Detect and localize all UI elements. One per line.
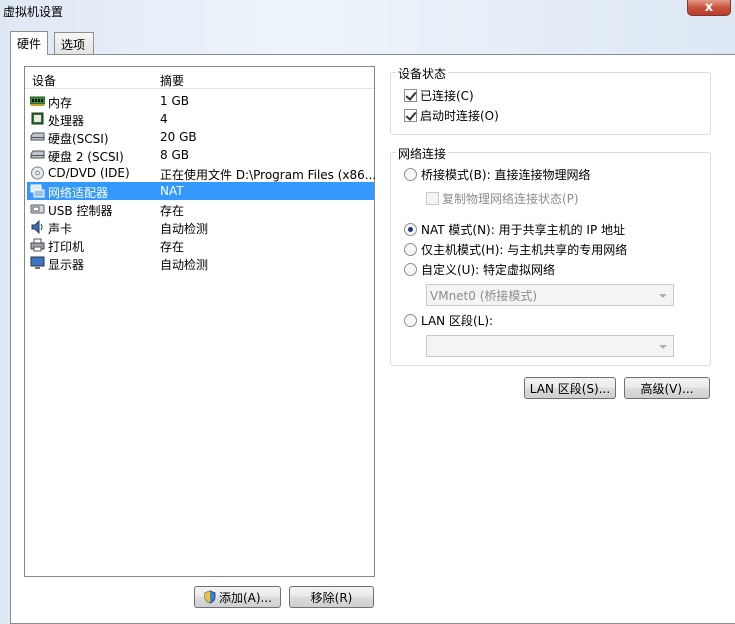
device-row-printer[interactable]: 打印机 存在 — [27, 236, 374, 254]
sound-icon — [31, 220, 43, 234]
device-row-processor[interactable]: 处理器 4 — [27, 110, 374, 128]
device-row-sound[interactable]: 声卡 自动检测 — [27, 218, 374, 236]
device-name: 网络适配器 — [48, 186, 109, 200]
device-summary: 1 GB — [160, 94, 189, 108]
device-name: 内存 — [48, 96, 73, 110]
advanced-button[interactable]: 高级(V)... — [624, 377, 710, 399]
bridged-label: 桥接模式(B): 直接连接物理网络 — [421, 167, 591, 182]
tab-options-label: 选项 — [61, 38, 86, 52]
add-button-label: 添加(A)... — [218, 590, 273, 605]
bridged-radio[interactable]: 桥接模式(B): 直接连接物理网络 — [404, 166, 590, 182]
device-name: 打印机 — [48, 240, 85, 254]
column-header-summary[interactable]: 摘要 — [160, 72, 184, 89]
device-name: 声卡 — [48, 222, 73, 236]
cd-dvd-icon — [31, 166, 44, 180]
device-name: 硬盘(SCSI) — [48, 132, 109, 146]
device-summary: 存在 — [160, 240, 185, 254]
display-icon — [30, 256, 45, 269]
connect-at-power-on-checkbox[interactable]: 启动时连接(O) — [404, 107, 499, 123]
device-name: 处理器 — [48, 114, 85, 128]
bridged-radio-icon — [404, 167, 417, 181]
nat-radio-icon — [404, 222, 417, 236]
network-adapter-icon — [30, 184, 45, 198]
device-row-usb[interactable]: USB 控制器 存在 — [27, 200, 374, 218]
title-bar: 虚拟机设置 x — [0, 0, 735, 22]
replicate-state-check-icon — [426, 191, 439, 205]
window-title: 虚拟机设置 — [3, 5, 64, 19]
device-row-display[interactable]: 显示器 自动检测 — [27, 254, 374, 272]
nat-label: NAT 模式(N): 用于共享主机的 IP 地址 — [421, 222, 626, 237]
chevron-down-icon — [659, 294, 667, 298]
connect-at-power-on-check-icon — [404, 108, 417, 122]
advanced-button-label: 高级(V)... — [640, 381, 694, 396]
remove-button-label: 移除(R) — [310, 590, 353, 605]
device-summary: 存在 — [160, 204, 185, 218]
tab-options[interactable]: 选项 — [54, 32, 94, 54]
close-icon: x — [704, 0, 714, 15]
custom-label: 自定义(U): 特定虚拟网络 — [421, 262, 556, 277]
host-only-radio-icon — [404, 242, 417, 256]
device-status-label: 设备状态 — [396, 65, 449, 82]
nat-radio[interactable]: NAT 模式(N): 用于共享主机的 IP 地址 — [404, 221, 625, 237]
device-row-network-adapter[interactable]: 网络适配器 NAT — [27, 182, 374, 200]
device-list-header: 设备 摘要 — [25, 67, 374, 89]
device-summary: 4 — [160, 112, 168, 126]
close-button[interactable]: x — [687, 0, 731, 16]
replicate-physical-state-checkbox[interactable]: 复制物理网络连接状态(P) — [426, 190, 579, 206]
lan-segment-radio[interactable]: LAN 区段(L): — [404, 312, 493, 328]
connected-check-icon — [404, 88, 417, 102]
device-summary: 20 GB — [160, 130, 197, 144]
device-name: CD/DVD (IDE) — [48, 166, 130, 180]
printer-icon — [30, 238, 45, 252]
hard-disk-icon — [30, 132, 45, 141]
device-summary: 8 GB — [160, 148, 189, 162]
device-row-memory[interactable]: 内存 1 GB — [27, 92, 374, 110]
network-connection-label: 网络连接 — [396, 145, 449, 162]
tab-hardware[interactable]: 硬件 — [10, 31, 48, 55]
chevron-down-icon — [659, 345, 667, 349]
shield-icon — [204, 590, 216, 604]
tab-hardware-label: 硬件 — [17, 37, 42, 51]
device-summary: 正在使用文件 D:\Program Files (x86... — [160, 168, 377, 182]
add-device-button[interactable]: 添加(A)... — [194, 586, 281, 608]
host-only-radio[interactable]: 仅主机模式(H): 与主机共享的专用网络 — [404, 241, 627, 257]
device-row-cd-dvd[interactable]: CD/DVD (IDE) 正在使用文件 D:\Program Files (x8… — [27, 164, 377, 182]
custom-network-select[interactable]: VMnet0 (桥接模式) — [426, 284, 674, 306]
lan-segment-select[interactable] — [426, 335, 674, 357]
device-summary: 自动检测 — [160, 258, 209, 272]
replicate-state-label: 复制物理网络连接状态(P) — [442, 191, 579, 206]
custom-radio[interactable]: 自定义(U): 特定虚拟网络 — [404, 261, 555, 277]
column-header-device[interactable]: 设备 — [32, 72, 56, 89]
connected-label: 已连接(C) — [420, 88, 474, 103]
connect-at-power-on-label: 启动时连接(O) — [420, 108, 499, 123]
device-row-hard-disk-2[interactable]: 硬盘 2 (SCSI) 8 GB — [27, 146, 374, 164]
memory-icon — [30, 96, 45, 106]
device-name: 硬盘 2 (SCSI) — [48, 150, 124, 164]
lan-segments-button[interactable]: LAN 区段(S)... — [524, 377, 616, 399]
custom-radio-icon — [404, 262, 417, 276]
remove-device-button[interactable]: 移除(R) — [289, 586, 374, 608]
lan-segments-button-label: LAN 区段(S)... — [529, 381, 611, 396]
device-name: 显示器 — [48, 258, 85, 272]
processor-icon — [31, 112, 44, 125]
host-only-label: 仅主机模式(H): 与主机共享的专用网络 — [421, 242, 628, 257]
network-connection-group — [390, 152, 711, 366]
device-summary: 自动检测 — [160, 222, 209, 236]
custom-network-value: VMnet0 (桥接模式) — [430, 288, 538, 303]
connected-checkbox[interactable]: 已连接(C) — [404, 87, 474, 103]
lan-segment-radio-icon — [404, 313, 417, 327]
device-summary: NAT — [160, 184, 184, 198]
usb-icon — [30, 204, 45, 214]
device-name: USB 控制器 — [48, 204, 113, 218]
hard-disk-icon — [30, 150, 45, 159]
lan-segment-label: LAN 区段(L): — [421, 313, 494, 328]
device-row-hard-disk[interactable]: 硬盘(SCSI) 20 GB — [27, 128, 374, 146]
device-list[interactable]: 设备 摘要 内存 1 GB 处理器 4 硬盘(SCSI) 20 GB 硬盘 2 … — [24, 66, 377, 577]
